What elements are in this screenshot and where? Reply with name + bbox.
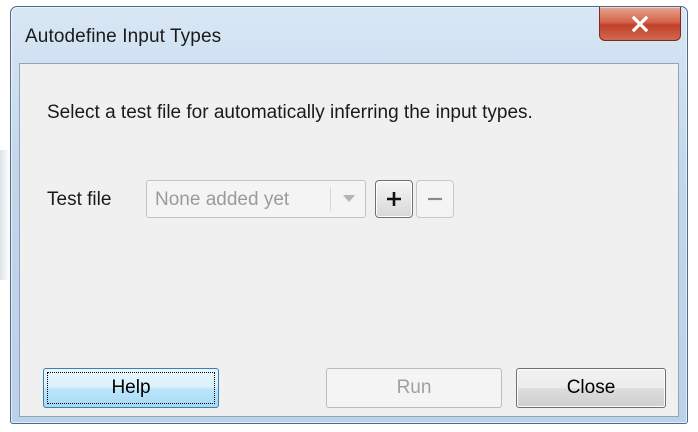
plus-icon (387, 192, 401, 206)
title-bar[interactable]: Autodefine Input Types (11, 7, 687, 63)
run-button[interactable]: Run (326, 368, 502, 408)
dropdown-separator (330, 187, 331, 211)
close-button-label: Close (566, 377, 616, 398)
test-file-dropdown-value: None added yet (155, 189, 290, 210)
window-close-button[interactable] (599, 7, 681, 41)
minus-icon (428, 197, 442, 201)
instruction-text: Select a test file for automatically inf… (47, 102, 533, 123)
close-x-icon (631, 15, 649, 32)
test-file-label: Test file (47, 189, 112, 210)
help-button-label: Help (111, 377, 151, 398)
add-test-file-button[interactable] (375, 180, 413, 218)
test-file-dropdown[interactable]: None added yet (146, 180, 366, 218)
background-shadow (0, 150, 10, 280)
help-button[interactable]: Help (43, 368, 219, 408)
run-button-label: Run (396, 377, 432, 398)
close-button[interactable]: Close (516, 368, 666, 408)
dialog-content: Select a test file for automatically inf… (19, 63, 679, 417)
dialog-window: Autodefine Input Types Select a test fil… (10, 6, 688, 424)
chevron-down-icon (343, 195, 355, 202)
remove-test-file-button[interactable] (416, 180, 454, 218)
window-title: Autodefine Input Types (25, 26, 222, 47)
